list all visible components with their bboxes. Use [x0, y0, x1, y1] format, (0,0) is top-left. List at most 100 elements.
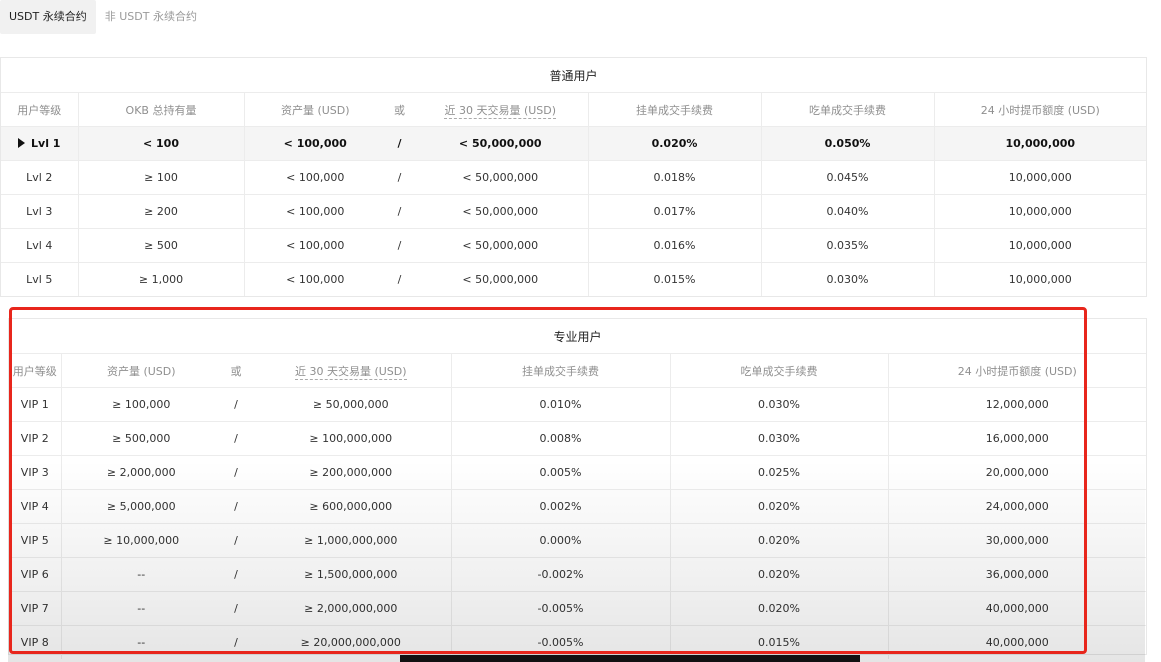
- table-cell: ≥ 50,000,000: [251, 387, 451, 422]
- table-cell: 0.040%: [760, 194, 934, 229]
- table-cell: 0.020%: [669, 557, 888, 592]
- table-cell: < 50,000,000: [413, 160, 588, 195]
- table-row: VIP 5 ≥ 10,000,000/≥ 1,000,000,000 0.000% 0…: [9, 523, 1146, 558]
- table-cell: 0.030%: [669, 387, 888, 422]
- table-cell: -0.002%: [450, 557, 670, 592]
- triangle-right-icon: [18, 138, 26, 148]
- table-cell: 36,000,000: [887, 557, 1146, 592]
- table-cell: ≥ 10,000,000: [60, 523, 221, 558]
- table-cell: /: [221, 523, 251, 558]
- table-cell: VIP 3: [9, 455, 61, 490]
- header-or: 或: [386, 92, 413, 127]
- table-row: Lvl 1 < 100 < 100,000/< 50,000,000 0.020% 0.…: [1, 126, 1147, 161]
- table-row: Lvl 2 ≥ 100 < 100,000/< 50,000,000 0.018% 0.…: [1, 160, 1147, 195]
- header-30d-volume[interactable]: 近 30 天交易量 (USD): [413, 92, 588, 127]
- table-cell: Lvl 5: [1, 262, 78, 296]
- table-cell: VIP 5: [9, 523, 61, 558]
- table-cell: --: [60, 591, 221, 626]
- pro-users-table: 专业用户 用户等级 资产量 (USD) 或 近 30 天交易量 (USD) 挂单…: [9, 319, 1146, 659]
- table-cell: /: [221, 387, 251, 422]
- table-cell: 10,000,000: [933, 262, 1147, 296]
- table-cell: 10,000,000: [933, 194, 1147, 229]
- header-user-level: 用户等级: [9, 353, 61, 388]
- header-maker-fee: 挂单成交手续费: [587, 92, 761, 127]
- table-cell: /: [221, 421, 251, 456]
- table-cell: ≥ 100,000: [60, 387, 221, 422]
- table-cell: ≥ 5,000,000: [60, 489, 221, 524]
- table-cell: 0.050%: [760, 126, 934, 161]
- table-cell: /: [221, 455, 251, 490]
- table-cell: 0.016%: [587, 228, 761, 263]
- table-cell: ≥ 200: [77, 194, 244, 229]
- table-cell: 0.035%: [760, 228, 934, 263]
- header-taker-fee: 吃单成交手续费: [669, 353, 888, 388]
- table-cell: 16,000,000: [887, 421, 1146, 456]
- regular-users-table-card: 普通用户 用户等级 OKB 总持有量 资产量 (USD) 或 近 30 天交易量…: [0, 57, 1147, 297]
- table-cell: -0.005%: [450, 625, 670, 659]
- table-cell: ≥ 1,000,000,000: [251, 523, 451, 558]
- table-cell: 24,000,000: [887, 489, 1146, 524]
- header-30d-volume-label[interactable]: 近 30 天交易量 (USD): [294, 364, 407, 380]
- table-cell: 10,000,000: [933, 160, 1147, 195]
- table-row: VIP 2 ≥ 500,000/≥ 100,000,000 0.008% 0.030%…: [9, 421, 1146, 456]
- table-cell: 10,000,000: [933, 228, 1147, 263]
- table-cell: 0.030%: [760, 262, 934, 296]
- table-cell: ≥ 1,000: [77, 262, 244, 296]
- table-cell: Lvl 1: [1, 126, 78, 161]
- table-row: VIP 8 -- / ≥ 20,000,000,000 -0.005% 0.015% 40,…: [9, 625, 1146, 659]
- table-cell: 20,000,000: [887, 455, 1146, 490]
- table-cell: ≥ 500: [77, 228, 244, 263]
- table-cell: 30,000,000: [887, 523, 1146, 558]
- table-row: VIP 3 ≥ 2,000,000/≥ 200,000,000 0.005% 0.02…: [9, 455, 1146, 490]
- table-cell: /: [221, 625, 251, 659]
- table-cell: < 50,000,000: [413, 228, 588, 263]
- header-24h-withdrawal: 24 小时提币额度 (USD): [887, 353, 1146, 388]
- header-24h-withdrawal: 24 小时提币额度 (USD): [933, 92, 1147, 127]
- table-cell: 12,000,000: [887, 387, 1146, 422]
- table-cell: /: [221, 557, 251, 592]
- table-cell: 0.018%: [587, 160, 761, 195]
- table-cell: VIP 2: [9, 421, 61, 456]
- table-cell: < 50,000,000: [413, 126, 588, 161]
- header-30d-volume-label[interactable]: 近 30 天交易量 (USD): [444, 103, 557, 119]
- pro-users-table-card: 专业用户 用户等级 资产量 (USD) 或 近 30 天交易量 (USD) 挂单…: [8, 318, 1147, 659]
- table-cell: /: [386, 160, 413, 195]
- table-cell: ≥ 200,000,000: [251, 455, 451, 490]
- pro-users-title: 专业用户: [553, 329, 602, 344]
- table-cell: 0.002%: [450, 489, 670, 524]
- table-cell: VIP 8: [9, 625, 61, 659]
- table-row: VIP 1 ≥ 100,000/≥ 50,000,000 0.010% 0.030% 1…: [9, 387, 1146, 422]
- regular-users-title: 普通用户: [549, 68, 598, 83]
- table-cell: /: [221, 489, 251, 524]
- header-or: 或: [221, 353, 251, 388]
- contract-type-tabs: USDT 永续合约 非 USDT 永续合约: [0, 0, 206, 34]
- table-cell: Lvl 3: [1, 194, 78, 229]
- table-cell: VIP 6: [9, 557, 61, 592]
- table-cell: VIP 4: [9, 489, 61, 524]
- table-cell: -0.005%: [450, 591, 670, 626]
- cell-text: Lvl 1: [31, 137, 61, 150]
- table-cell: 0.030%: [669, 421, 888, 456]
- table-cell: ≥ 2,000,000,000: [251, 591, 451, 626]
- table-cell: /: [221, 591, 251, 626]
- table-cell: ≥ 100: [77, 160, 244, 195]
- table-row: Lvl 3 ≥ 200 < 100,000/< 50,000,000 0.017% 0.…: [1, 194, 1147, 229]
- table-cell: /: [386, 228, 413, 263]
- header-30d-volume[interactable]: 近 30 天交易量 (USD): [251, 353, 451, 388]
- table-cell: < 100,000: [243, 194, 386, 229]
- table-cell: ≥ 500,000: [60, 421, 221, 456]
- table-cell: VIP 1: [9, 387, 61, 422]
- table-cell: < 100,000: [243, 228, 386, 263]
- table-cell: 0.008%: [450, 421, 670, 456]
- tab-non-usdt-perpetual[interactable]: 非 USDT 永续合约: [96, 0, 206, 34]
- table-row: VIP 7 -- / ≥ 2,000,000,000 -0.005% 0.020% 40,0…: [9, 591, 1146, 626]
- table-cell: ≥ 2,000,000: [60, 455, 221, 490]
- header-maker-fee: 挂单成交手续费: [450, 353, 670, 388]
- table-cell: ≥ 600,000,000: [251, 489, 451, 524]
- table-cell: 0.000%: [450, 523, 670, 558]
- table-row: Lvl 4 ≥ 500 < 100,000/< 50,000,000 0.016% 0.…: [1, 228, 1147, 263]
- tab-usdt-perpetual[interactable]: USDT 永续合约: [0, 0, 96, 34]
- table-row: Lvl 5 ≥ 1,000 < 100,000/< 50,000,000 0.015%…: [1, 262, 1147, 296]
- table-cell: 0.020%: [669, 523, 888, 558]
- table-cell: --: [60, 557, 221, 592]
